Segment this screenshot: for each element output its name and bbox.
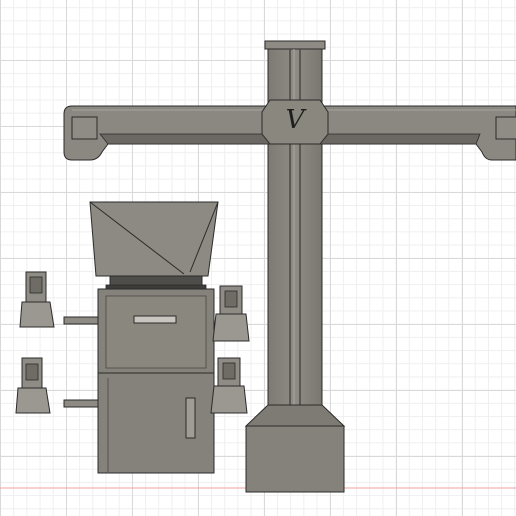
- target-clamp-left-lower[interactable]: [15, 357, 51, 414]
- target-clamp-right-lower[interactable]: [210, 357, 248, 414]
- base-taper: [244, 404, 346, 427]
- clamp-base: [210, 385, 248, 414]
- door-handle[interactable]: [185, 397, 196, 439]
- cabinet-drawer[interactable]: [105, 295, 207, 369]
- target-clamp-left-upper[interactable]: [19, 271, 55, 328]
- brand-logo-text: V: [286, 105, 307, 135]
- clamp-window: [29, 276, 43, 294]
- base-block: [245, 425, 345, 493]
- clamp-base: [19, 301, 55, 328]
- cabinet-lower: [97, 372, 215, 474]
- right-camera-housing[interactable]: [495, 116, 516, 140]
- clamp-base: [15, 387, 51, 414]
- clamp-window: [224, 290, 238, 308]
- left-camera-housing[interactable]: [71, 116, 98, 140]
- console-cabinet[interactable]: [63, 201, 219, 474]
- model-canvas[interactable]: V: [0, 0, 516, 516]
- clamp-window: [25, 363, 39, 381]
- drawer-handle[interactable]: [133, 315, 177, 324]
- target-clamp-right-upper[interactable]: [212, 285, 250, 342]
- column-top-cap: [264, 40, 326, 50]
- column-tower[interactable]: [264, 40, 326, 408]
- clamp-base: [212, 313, 250, 342]
- clamp-window: [222, 362, 236, 380]
- cad-viewport[interactable]: V: [0, 0, 516, 516]
- monitor-screen[interactable]: [89, 201, 219, 277]
- left-peg-upper: [63, 316, 99, 325]
- left-peg-lower: [63, 399, 99, 408]
- column-base[interactable]: [244, 404, 346, 493]
